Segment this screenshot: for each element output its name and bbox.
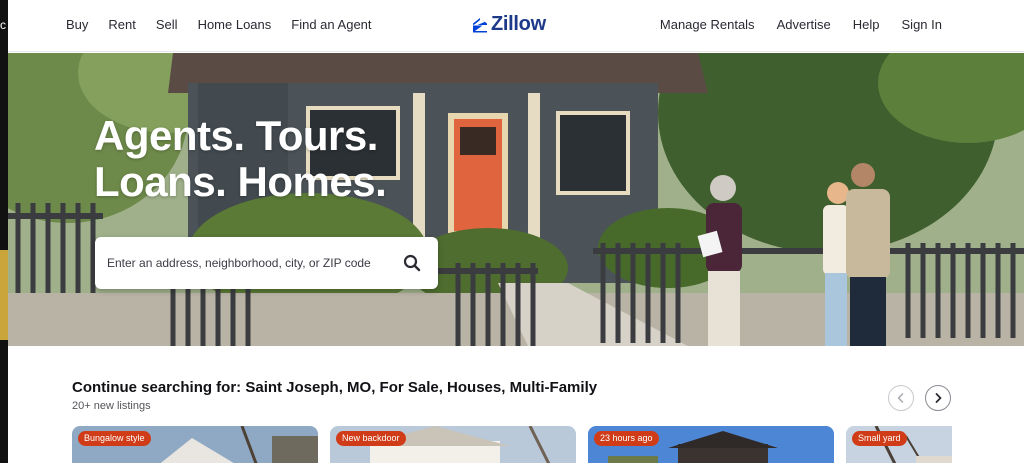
left-edge-char: c [0,18,6,32]
hero-search-box [95,237,438,289]
nav-rent[interactable]: Rent [108,17,135,33]
nav-right-group: Manage Rentals Advertise Help Sign In [660,17,942,33]
nav-advertise[interactable]: Advertise [777,17,831,33]
zillow-logo-icon [473,17,487,32]
listing-card[interactable]: New backdoor [330,426,576,463]
nav-buy[interactable]: Buy [66,17,88,33]
continue-searching-title: Continue searching for: Saint Joseph, MO… [72,379,598,396]
top-navigation: Buy Rent Sell Home Loans Find an Agent Z… [8,0,1024,52]
carousel-prev-button[interactable] [888,385,914,411]
nav-manage-rentals[interactable]: Manage Rentals [660,17,755,33]
nav-sign-in[interactable]: Sign In [902,17,942,33]
hero-banner: Agents. Tours. Loans. Homes. [8,53,1024,346]
listing-badge: Bungalow style [78,431,151,446]
carousel-next-button[interactable] [925,385,951,411]
listing-badge: New backdoor [336,431,406,446]
listing-cards-row: Bungalow style New backdoor 23 hours ago… [72,426,952,463]
logo-wordmark: Zillow [491,13,546,35]
nav-find-an-agent[interactable]: Find an Agent [291,17,371,33]
continue-searching-subtitle: 20+ new listings [72,400,151,412]
chevron-right-icon [935,393,942,403]
search-icon [403,254,421,272]
hero-headline: Agents. Tours. Loans. Homes. [94,112,387,205]
left-edge-strip: c [0,0,8,463]
nav-help[interactable]: Help [853,17,880,33]
search-button[interactable] [402,253,422,273]
hero-headline-line1: Agents. Tours. [94,112,378,159]
search-input[interactable] [107,256,397,270]
hero-headline-line2: Loans. Homes. [94,158,387,205]
nav-left-group: Buy Rent Sell Home Loans Find an Agent [66,17,372,33]
left-edge-foliage [0,250,8,340]
listing-badge: Small yard [852,431,907,446]
listing-card[interactable]: Bungalow style [72,426,318,463]
nav-sell[interactable]: Sell [156,17,178,33]
listing-badge: 23 hours ago [594,431,659,446]
nav-home-loans[interactable]: Home Loans [198,17,272,33]
zillow-logo[interactable]: Zillow [472,13,546,36]
chevron-left-icon [897,393,904,403]
listing-card[interactable]: 23 hours ago [588,426,834,463]
listing-card[interactable]: Small yard [846,426,952,463]
